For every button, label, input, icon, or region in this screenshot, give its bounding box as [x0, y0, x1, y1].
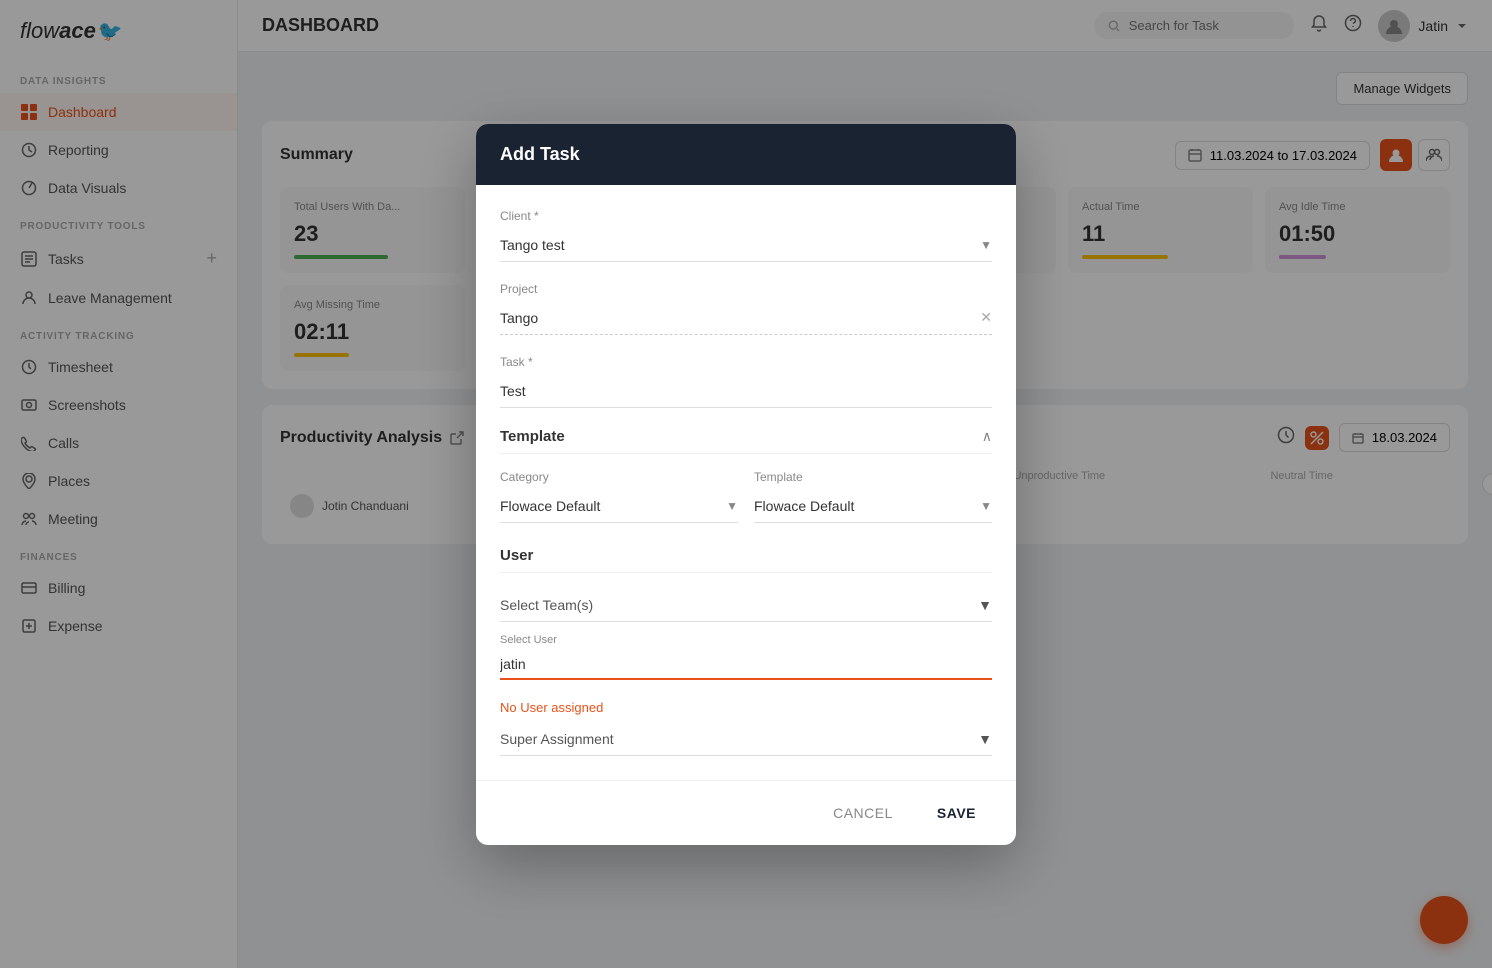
template-grid: Category Flowace Default ▼ Template [500, 470, 992, 543]
client-select[interactable]: Tango test [500, 229, 992, 261]
cancel-button[interactable]: CANCEL [817, 797, 909, 829]
super-assignment-arrow: ▼ [978, 731, 992, 747]
category-select[interactable]: Flowace Default [500, 490, 738, 522]
category-label: Category [500, 470, 738, 484]
template-select-wrapper: Flowace Default ▼ [754, 490, 992, 523]
select-user-field: Select User [500, 634, 992, 680]
project-input[interactable] [500, 302, 972, 334]
teams-select-label: Select Team(s) [500, 597, 593, 613]
client-field-group: Client * Tango test ▼ [500, 209, 992, 262]
modal-body: Client * Tango test ▼ Project ✕ [476, 185, 1016, 780]
teams-select[interactable]: Select Team(s) ▼ [500, 589, 992, 622]
modal-footer: CANCEL SAVE [476, 780, 1016, 845]
template-section: Template ∧ Category Flowace Default ▼ [500, 428, 992, 543]
super-assignment-label: Super Assignment [500, 731, 614, 747]
user-section-title: User [500, 547, 533, 564]
template-label: Template [754, 470, 992, 484]
user-section: User Select Team(s) ▼ Select User No Use… [500, 547, 992, 756]
project-clear-icon[interactable]: ✕ [980, 309, 992, 326]
modal-header: Add Task [476, 124, 1016, 185]
select-user-label: Select User [500, 634, 992, 646]
super-assignment-select[interactable]: Super Assignment ▼ [500, 723, 992, 756]
category-field-group: Category Flowace Default ▼ [500, 470, 738, 523]
modal-title: Add Task [500, 144, 580, 164]
client-label: Client * [500, 209, 992, 223]
task-input[interactable] [500, 375, 992, 408]
no-user-message: No User assigned [500, 700, 992, 715]
category-select-wrapper: Flowace Default ▼ [500, 490, 738, 523]
template-select[interactable]: Flowace Default [754, 490, 992, 522]
user-search-input[interactable] [500, 650, 992, 680]
save-button[interactable]: SAVE [921, 797, 992, 829]
user-section-header: User [500, 547, 992, 573]
teams-dropdown-arrow: ▼ [978, 597, 992, 613]
client-select-wrapper: Tango test ▼ [500, 229, 992, 262]
template-toggle-icon[interactable]: ∧ [982, 428, 992, 445]
add-task-modal: Add Task Client * Tango test ▼ Project [476, 124, 1016, 845]
template-field-group: Template Flowace Default ▼ [754, 470, 992, 523]
task-label: Task * [500, 355, 992, 369]
project-field-group: Project ✕ [500, 282, 992, 335]
template-section-title: Template [500, 428, 565, 445]
template-section-header: Template ∧ [500, 428, 992, 454]
task-field-group: Task * [500, 355, 992, 408]
modal-overlay[interactable]: Add Task Client * Tango test ▼ Project [0, 0, 1492, 968]
project-label: Project [500, 282, 992, 296]
